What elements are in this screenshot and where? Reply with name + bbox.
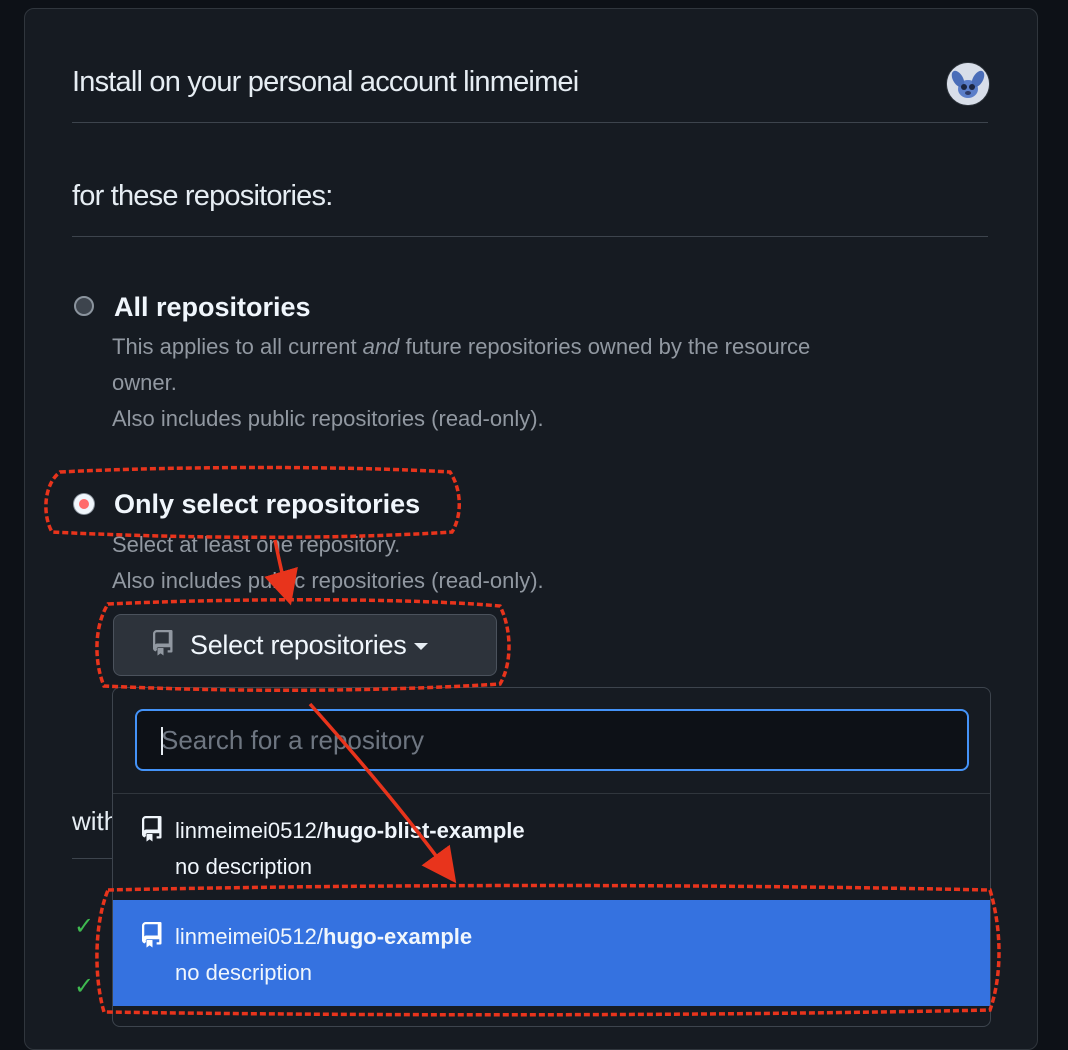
text-cursor xyxy=(161,727,163,755)
only-select-radio[interactable] xyxy=(74,494,94,514)
only-select-label[interactable]: Only select repositories xyxy=(114,489,420,520)
all-repositories-label[interactable]: All repositories xyxy=(114,292,311,323)
all-repositories-radio[interactable] xyxy=(74,296,94,316)
divider xyxy=(72,236,988,237)
avatar-image xyxy=(947,63,989,105)
divider xyxy=(72,122,988,123)
only-select-description: Select at least one repository. Also inc… xyxy=(112,532,544,593)
all-repositories-description: This applies to all current and future r… xyxy=(112,334,811,431)
select-repositories-label: Select repositories xyxy=(190,629,407,660)
repository-name: linmeimei0512/hugo-example xyxy=(175,924,473,949)
repo-icon xyxy=(142,816,162,842)
section-label: for these repositories: xyxy=(72,180,333,212)
repo-icon xyxy=(142,922,162,948)
install-title: Install on your personal account linmeim… xyxy=(72,66,579,98)
repository-description: no description xyxy=(175,960,312,985)
repository-option-hugo-example[interactable]: linmeimei0512/hugo-example no descriptio… xyxy=(113,900,990,1006)
repository-name: linmeimei0512/hugo-blist-example xyxy=(175,818,525,843)
repository-search-box[interactable] xyxy=(135,709,969,771)
repository-description: no description xyxy=(175,854,312,879)
select-repositories-button[interactable]: Select repositories xyxy=(113,614,497,676)
repository-dropdown: linmeimei0512/hugo-blist-example no desc… xyxy=(112,687,991,1027)
check-icon: ✓ xyxy=(74,973,95,1000)
repo-icon xyxy=(153,630,173,656)
check-icon: ✓ xyxy=(74,913,95,940)
avatar xyxy=(946,62,990,106)
caret-down-icon xyxy=(414,642,429,650)
divider xyxy=(72,858,112,859)
repository-option-hugo-blist-example[interactable]: linmeimei0512/hugo-blist-example no desc… xyxy=(113,794,990,900)
repository-search-input[interactable] xyxy=(137,711,967,769)
